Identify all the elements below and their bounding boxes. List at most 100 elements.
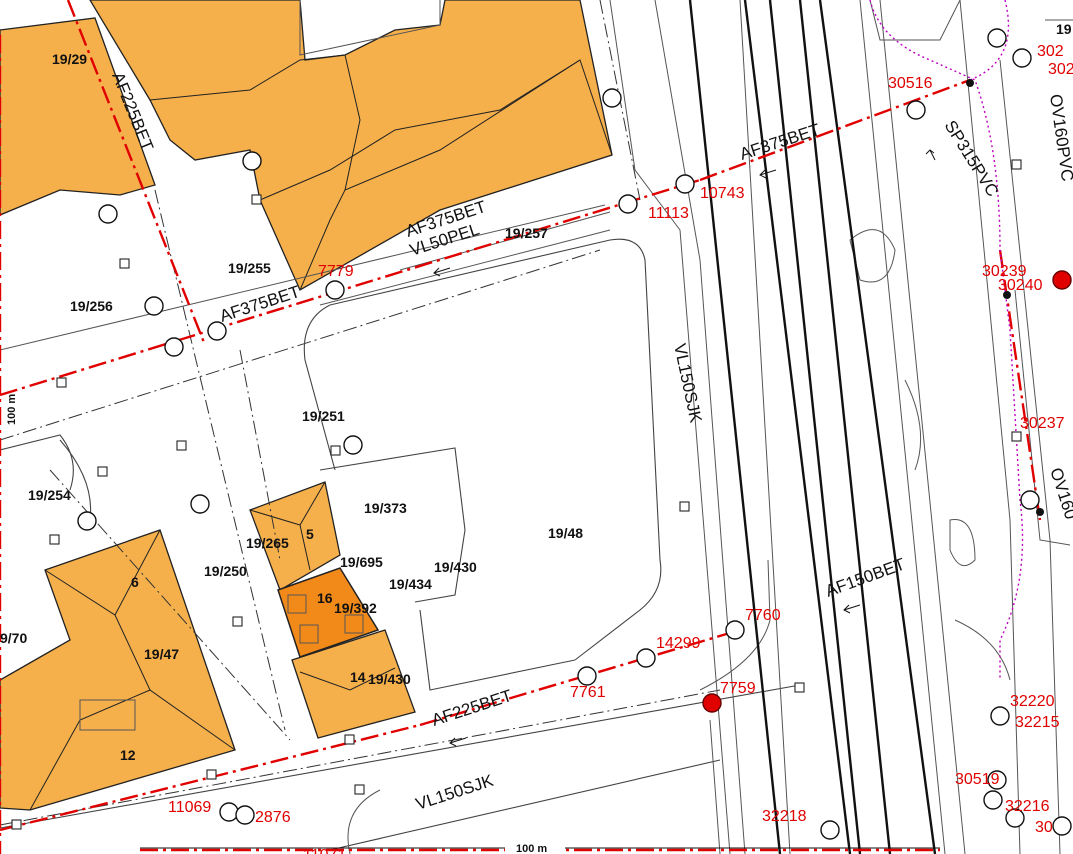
manhole[interactable] (1020, 490, 1040, 510)
manhole[interactable] (343, 435, 363, 455)
plot-label: 19/434 (389, 576, 432, 592)
survey-marker (1011, 159, 1022, 170)
road-edge (859, 0, 946, 854)
manhole-highlighted[interactable] (702, 693, 722, 713)
road-edge (609, 0, 731, 854)
plot-label: 19/373 (364, 500, 407, 516)
junction-point (1036, 508, 1044, 516)
manhole-highlighted[interactable] (1052, 270, 1072, 290)
manhole[interactable] (602, 88, 622, 108)
junction-point (966, 79, 974, 87)
flow-arrow (843, 604, 861, 614)
plot-label: 19 (1056, 21, 1072, 37)
manhole[interactable] (77, 511, 97, 531)
survey-marker (49, 534, 60, 545)
manhole[interactable] (235, 805, 255, 825)
utility-line (699, 78, 971, 182)
point-number: 7761 (570, 684, 606, 701)
flow-arrow (925, 149, 936, 161)
point-number: 10743 (700, 185, 745, 202)
point-number: 32215 (1015, 714, 1060, 731)
point-number: 14299 (656, 635, 701, 652)
terrain-contour (904, 379, 922, 471)
manhole[interactable] (242, 151, 262, 171)
survey-marker (1011, 431, 1022, 442)
manhole[interactable] (906, 100, 926, 120)
house-number: 6 (131, 574, 139, 590)
survey-marker (232, 616, 243, 627)
manhole[interactable] (990, 706, 1010, 726)
manhole[interactable] (144, 296, 164, 316)
house-number: 5 (306, 526, 314, 542)
survey-marker (97, 466, 108, 477)
house-number: 16 (317, 590, 333, 606)
manhole[interactable] (325, 280, 345, 300)
survey-marker (206, 769, 217, 780)
survey-marker (11, 819, 22, 830)
survey-marker (354, 784, 365, 795)
manhole[interactable] (577, 666, 597, 686)
manhole[interactable] (219, 802, 239, 822)
pipe-label: AF375BET (737, 120, 822, 164)
manhole[interactable] (820, 820, 840, 840)
point-number: 7760 (745, 607, 781, 624)
manhole[interactable] (190, 494, 210, 514)
point-number: 30516 (888, 75, 933, 92)
cable-line (869, 0, 1024, 680)
plot-label: 19/251 (302, 408, 345, 424)
pipe-label: OV160 (1046, 465, 1073, 521)
point-number: 32216 (1005, 798, 1050, 815)
point-number: 30240 (998, 277, 1043, 294)
pipe-label: VL150SJK (670, 342, 705, 425)
terrain-contour (949, 519, 976, 567)
point-number: 32220 (1010, 693, 1055, 710)
point-number: 30 (1035, 819, 1053, 836)
plot-label: 19/392 (334, 600, 377, 616)
manhole[interactable] (98, 204, 118, 224)
plot-label: 19/430 (368, 671, 411, 687)
point-number: 302 (1048, 61, 1073, 78)
road-edge (654, 0, 746, 854)
scale-label-vertical: 100 m (6, 394, 18, 425)
terrain-contour (954, 619, 1011, 681)
manhole[interactable] (1052, 816, 1072, 836)
pipe-label: OV160PVC (1046, 93, 1073, 183)
point-number: 32218 (762, 808, 807, 825)
manhole[interactable] (987, 28, 1007, 48)
road-edge (329, 759, 721, 851)
point-number: 30237 (1020, 415, 1065, 432)
plot-label: 19/430 (434, 559, 477, 575)
pipe-label: AF225BET (429, 686, 514, 730)
plot-label: 19/47 (144, 646, 179, 662)
road-edge (303, 304, 336, 471)
plot-label: 19/48 (548, 525, 583, 541)
manhole[interactable] (618, 194, 638, 214)
manhole[interactable] (164, 337, 184, 357)
manhole[interactable] (636, 648, 656, 668)
pipe-label: VL150SJK (413, 771, 496, 814)
plot-label: 19/29 (52, 51, 87, 67)
flow-arrow (759, 169, 777, 179)
road-edge (419, 609, 576, 691)
survey-marker (119, 258, 130, 269)
pipe-labels: AF225BET AF375BET AF375BET VL50PEL AF375… (108, 69, 1073, 813)
road-edge (959, 0, 1021, 854)
house-number: 14 (350, 669, 366, 685)
point-number: 11113 (648, 205, 689, 222)
survey-marker (330, 445, 341, 456)
plot-label: 19/265 (246, 535, 289, 551)
point-number: 7779 (318, 263, 354, 280)
building-layer (0, 0, 613, 811)
plot-label: 19/250 (204, 563, 247, 579)
plot-label: 9/70 (0, 630, 27, 646)
manhole[interactable] (675, 174, 695, 194)
manhole[interactable] (1012, 48, 1032, 68)
plot-label: 19/695 (340, 554, 383, 570)
pipe-label: SP315PVC (941, 117, 1003, 200)
survey-marker (56, 377, 67, 388)
point-number: 30519 (955, 771, 1000, 788)
plot-label: 19/257 (505, 225, 548, 241)
manhole[interactable] (983, 790, 1003, 810)
house-number: 12 (120, 747, 136, 763)
manhole[interactable] (725, 620, 745, 640)
